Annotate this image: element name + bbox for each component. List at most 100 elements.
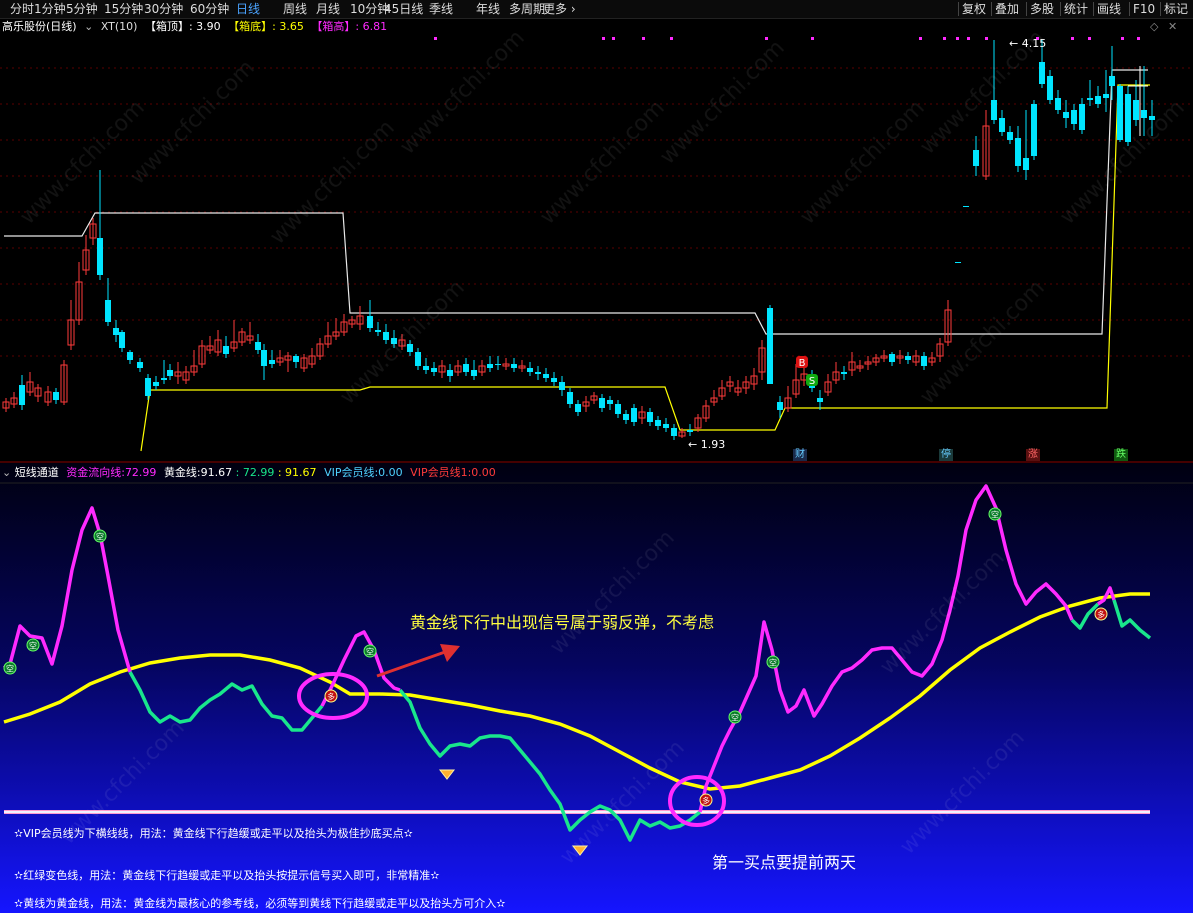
candle-body — [1063, 112, 1069, 118]
empty-marker-text: 空 — [29, 641, 37, 651]
event-badge-suspend[interactable]: 停 — [939, 449, 953, 461]
tool-button-4[interactable]: 画线 — [1097, 0, 1121, 18]
candle-body — [127, 352, 133, 360]
candle-body — [955, 262, 961, 263]
period-tab-4[interactable]: 30分钟 — [144, 0, 183, 18]
candle-body — [567, 392, 573, 404]
toolbar-divider — [991, 2, 992, 16]
tool-button-6[interactable]: 标记 — [1164, 0, 1188, 18]
vip-line-value: 0.00 — [378, 466, 403, 479]
buy-marker-text: B — [799, 358, 806, 369]
box-high-dot — [985, 37, 988, 40]
candle-body — [647, 412, 653, 422]
empty-marker-text: 空 — [6, 664, 14, 674]
tool-button-3[interactable]: 统计 — [1064, 0, 1088, 18]
box-high-dot — [642, 37, 645, 40]
period-tab-2[interactable]: 5分钟 — [66, 0, 98, 18]
candle-body — [1087, 98, 1093, 100]
candle-body — [1109, 76, 1115, 86]
box-high-dot — [602, 37, 605, 40]
close-icon[interactable]: ✕ — [1168, 20, 1177, 33]
candle-body — [223, 346, 229, 354]
box-high-dot — [1137, 37, 1140, 40]
candle-body — [19, 385, 25, 405]
candle-body — [269, 360, 275, 364]
candle-body — [527, 368, 533, 372]
toolbar-divider — [1093, 2, 1094, 16]
period-tab-0[interactable]: 分时 — [10, 0, 34, 18]
event-badge-limit-down[interactable]: 跌 — [1114, 449, 1128, 461]
candle-body — [105, 300, 111, 322]
candle-body — [1125, 94, 1131, 142]
candle-body — [471, 370, 477, 376]
box-high-dot — [967, 37, 970, 40]
candle-body — [1047, 76, 1053, 100]
tool-button-2[interactable]: 多股 — [1030, 0, 1054, 18]
period-tab-14[interactable]: 更多 › — [543, 0, 576, 18]
period-tab-11[interactable]: 季线 — [429, 0, 453, 18]
box-high-dot — [943, 37, 946, 40]
candle-body — [889, 354, 895, 362]
candle-body — [137, 362, 143, 368]
box-high-dot — [1071, 37, 1074, 40]
period-tab-10[interactable]: 45日线 — [384, 0, 423, 18]
period-tab-7[interactable]: 周线 — [283, 0, 307, 18]
event-badge-finance[interactable]: 财 — [793, 449, 807, 461]
candle-body — [905, 356, 911, 360]
period-tab-5[interactable]: 60分钟 — [190, 0, 229, 18]
box-top-label: 【箱顶】 — [144, 20, 189, 33]
tool-button-5[interactable]: F10 — [1133, 0, 1155, 18]
xt-label: XT(10) — [100, 20, 138, 33]
chevron-down-icon[interactable]: ⌄ — [2, 466, 11, 479]
empty-signal-marker: 空 — [988, 507, 1002, 521]
candle-body — [767, 308, 773, 384]
candle-body — [463, 364, 469, 372]
candle-body — [487, 364, 493, 368]
toolbar-divider — [1060, 2, 1061, 16]
period-tab-6[interactable]: 日线 — [236, 0, 260, 18]
indicator-header: ⌄ 短线通道 资金流向线:72.99 黄金线:91.67 : 72.99 : 9… — [2, 466, 496, 480]
candle-body — [511, 364, 517, 368]
empty-signal-marker: 空 — [766, 655, 780, 669]
candle-body — [255, 342, 261, 350]
period-tab-12[interactable]: 年线 — [476, 0, 500, 18]
candle-body — [1103, 94, 1109, 98]
empty-marker-text: 空 — [731, 713, 739, 723]
event-badge-limit-up[interactable]: 涨 — [1026, 449, 1040, 461]
candle-body — [161, 378, 167, 380]
period-tab-3[interactable]: 15分钟 — [104, 0, 143, 18]
period-tab-13[interactable]: 多周期 — [509, 0, 545, 18]
candle-body — [113, 328, 119, 335]
empty-signal-marker: 空 — [3, 661, 17, 675]
candle-body — [415, 352, 421, 366]
box-high-dot — [1121, 37, 1124, 40]
period-tab-8[interactable]: 月线 — [316, 0, 340, 18]
candle-body — [623, 414, 629, 420]
candle-body — [655, 420, 661, 426]
box-high-dot — [612, 37, 615, 40]
chevron-down-icon[interactable]: ⌄ — [84, 20, 93, 33]
candle-body — [991, 100, 997, 120]
empty-marker-text: 空 — [96, 532, 104, 542]
candlestick-chart[interactable]: BS — [0, 18, 1193, 463]
long-marker-text: 多 — [327, 692, 335, 702]
candle-body — [663, 424, 669, 428]
box-high-dot — [434, 37, 437, 40]
stock-title: 高乐股份(日线) — [2, 20, 77, 33]
period-tab-1[interactable]: 1分钟 — [34, 0, 66, 18]
diamond-icon[interactable]: ◇ — [1150, 20, 1158, 33]
fund-line-value: 72.99 — [124, 466, 157, 479]
candle-body — [1015, 138, 1021, 166]
candle-body — [551, 378, 557, 382]
sell-marker-text: S — [809, 376, 815, 387]
long-marker-text: 多 — [1097, 610, 1105, 620]
long-marker-text: 多 — [702, 796, 710, 806]
candle-body — [1133, 100, 1139, 120]
candle-body — [963, 206, 969, 207]
empty-signal-marker: 空 — [26, 638, 40, 652]
low-price-label: ← 1.93 — [688, 438, 726, 451]
tool-button-0[interactable]: 复权 — [962, 0, 986, 18]
candle-body — [495, 364, 501, 365]
toolbar-divider — [1160, 2, 1161, 16]
tool-button-1[interactable]: 叠加 — [995, 0, 1019, 18]
